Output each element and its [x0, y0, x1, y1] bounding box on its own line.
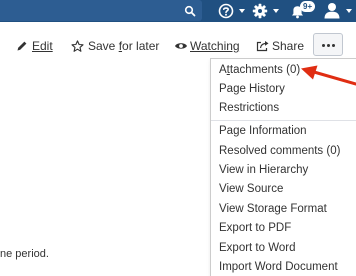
more-dot-icon [332, 44, 335, 47]
gear-icon[interactable] [252, 3, 268, 19]
menu-item-page-information[interactable]: Page Information [219, 123, 307, 139]
edit-button[interactable]: Edit [16, 38, 56, 54]
menu-item-import-word-document[interactable]: Import Word Document [219, 259, 338, 275]
share-button[interactable]: Share [256, 38, 304, 54]
more-dot-icon [322, 44, 325, 47]
menu-item-export-to-word[interactable]: Export to Word [219, 240, 296, 256]
menu-item-view-storage-format[interactable]: View Storage Format [219, 201, 327, 217]
menu-item-restrictions[interactable]: Restrictions [219, 100, 279, 116]
share-icon [256, 41, 269, 52]
menu-item-view-source[interactable]: View Source [219, 181, 283, 197]
help-icon[interactable] [218, 3, 234, 19]
settings-menu-caret[interactable] [273, 9, 279, 13]
search-icon[interactable] [184, 5, 196, 17]
more-actions-button[interactable] [313, 33, 343, 56]
menu-item-resolved-comments[interactable]: Resolved comments (0) [219, 143, 340, 159]
user-icon[interactable] [324, 2, 340, 19]
notification-badge[interactable]: 9+ [300, 1, 316, 12]
watching-button[interactable]: Watching [174, 38, 240, 54]
menu-item-export-to-pdf[interactable]: Export to PDF [219, 220, 291, 236]
eye-icon [175, 43, 187, 49]
more-dot-icon [327, 44, 330, 47]
star-icon [71, 40, 84, 52]
menu-item-view-in-hierarchy[interactable]: View in Hierarchy [219, 162, 308, 178]
page-body-text: ne period. [0, 248, 49, 260]
help-menu-caret[interactable] [239, 9, 245, 13]
save-for-later-label: Save for later [88, 39, 160, 53]
share-label: Share [272, 39, 305, 53]
menu-divider [211, 120, 356, 121]
pencil-icon [17, 41, 27, 51]
edit-label: Edit [32, 39, 53, 53]
menu-item-page-history[interactable]: Page History [219, 81, 285, 97]
top-navigation-bar: 9+ [0, 0, 356, 22]
user-menu-caret[interactable] [346, 9, 352, 13]
menu-item-attachments[interactable]: Attachments (0) [219, 62, 300, 78]
search-field[interactable] [0, 0, 202, 21]
save-for-later-button[interactable]: Save for later [71, 38, 161, 54]
annotation-arrow-icon [301, 65, 356, 86]
watching-label: Watching [190, 39, 240, 53]
